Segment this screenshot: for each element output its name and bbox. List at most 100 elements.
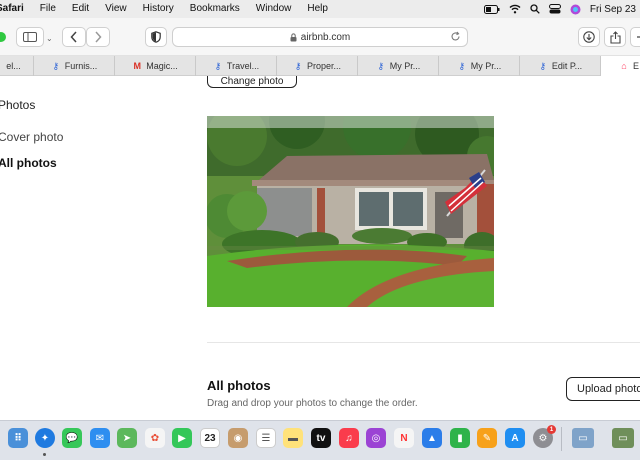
menu-window[interactable]: Window <box>248 0 300 18</box>
keynote-icon[interactable]: ▲ <box>422 428 442 448</box>
key-icon: ⚷ <box>458 60 466 71</box>
web-page: Photos Cover photo All photos Change pho… <box>0 76 640 420</box>
facetime-icon[interactable]: ▶ <box>172 428 192 448</box>
change-photo-label: Change photo <box>220 76 284 87</box>
menu-file[interactable]: File <box>32 0 64 18</box>
music-icon[interactable]: ♫ <box>339 428 359 448</box>
app-store-icon[interactable]: A <box>505 428 525 448</box>
screen: Safari File Edit View History Bookmarks … <box>0 0 640 460</box>
tab-5[interactable]: ⚷ My Pr... <box>358 56 439 76</box>
back-button[interactable] <box>62 27 86 47</box>
dock: ⠿ ✦ 💬 ✉ ➤ ✿ ▶ 23 ◉ ☰ ▬ tv ♫ ◎ N ▲ ▮ ✎ A … <box>0 420 640 460</box>
sidebar-heading: Photos <box>0 98 36 112</box>
system-settings-icon[interactable]: ⚙ 1 <box>533 425 556 448</box>
cover-photo-image[interactable] <box>207 116 494 307</box>
menu-clock[interactable]: Fri Sep 23 <box>590 4 636 15</box>
gmail-icon: M <box>133 61 141 71</box>
tab-bar: el... ⚷ Furnis... M Magic... ⚷ Travel...… <box>0 56 640 76</box>
settings-badge: 1 <box>547 425 556 434</box>
tab-6-label: My Pr... <box>470 61 502 71</box>
launchpad-icon[interactable]: ⠿ <box>8 428 28 448</box>
tab-0[interactable]: el... <box>0 56 34 76</box>
privacy-report-button[interactable] <box>145 27 167 47</box>
chevron-left-icon <box>70 31 77 43</box>
menu-view[interactable]: View <box>97 0 135 18</box>
wifi-icon[interactable] <box>509 4 521 14</box>
chevron-down-icon[interactable]: ⌄ <box>46 34 53 43</box>
numbers-icon[interactable]: ▮ <box>450 428 470 448</box>
change-photo-button[interactable]: Change photo <box>207 76 297 88</box>
photo-window-thumbnail-icon[interactable]: ▭ <box>612 428 634 448</box>
tab-6[interactable]: ⚷ My Pr... <box>439 56 520 76</box>
tab-8-label: E <box>633 61 640 71</box>
tab-7-label: Edit P... <box>551 61 583 71</box>
running-indicator <box>43 453 46 456</box>
reload-icon[interactable] <box>450 31 461 42</box>
menu-help[interactable]: Help <box>299 0 336 18</box>
menu-history[interactable]: History <box>135 0 182 18</box>
battery-icon[interactable] <box>483 4 500 14</box>
upload-photos-button[interactable]: Upload photos <box>566 377 640 401</box>
share-button[interactable] <box>604 27 626 47</box>
siri-icon[interactable] <box>570 4 581 15</box>
browser-toolbar: ⌄ airbnb.com <box>0 18 640 56</box>
sidebar-item-all-photos[interactable]: All photos <box>0 156 57 170</box>
download-icon <box>583 31 595 43</box>
menu-edit[interactable]: Edit <box>64 0 97 18</box>
menu-app-safari[interactable]: Safari <box>0 0 32 18</box>
tab-7[interactable]: ⚷ Edit P... <box>520 56 601 76</box>
key-icon: ⚷ <box>377 60 385 71</box>
lock-icon <box>290 32 297 41</box>
forward-button[interactable] <box>86 27 110 47</box>
menu-bar: Safari File Edit View History Bookmarks … <box>0 0 640 18</box>
mail-icon[interactable]: ✉ <box>90 428 110 448</box>
photos-icon[interactable]: ✿ <box>145 428 165 448</box>
section-divider <box>207 342 640 343</box>
window-zoom-button[interactable] <box>0 32 6 42</box>
contacts-icon[interactable]: ◉ <box>228 428 248 448</box>
address-bar-url: airbnb.com <box>300 31 351 43</box>
tab-2-label: Magic... <box>146 61 178 71</box>
address-bar[interactable]: airbnb.com <box>172 27 468 47</box>
key-icon: ⚷ <box>539 60 547 71</box>
podcasts-icon[interactable]: ◎ <box>366 428 386 448</box>
sidebar-icon <box>23 32 37 42</box>
tab-8-active[interactable]: ⌂ E <box>601 56 640 76</box>
downloads-button[interactable] <box>578 27 600 47</box>
tab-1[interactable]: ⚷ Furnis... <box>34 56 115 76</box>
reminders-icon[interactable]: ☰ <box>256 428 276 448</box>
key-icon: ⚷ <box>294 60 302 71</box>
calendar-icon[interactable]: 23 <box>200 428 220 448</box>
tab-0-label: el... <box>6 61 21 71</box>
menu-bookmarks[interactable]: Bookmarks <box>182 0 248 18</box>
messages-icon[interactable]: 💬 <box>62 428 82 448</box>
preview-window-thumbnail-icon[interactable]: ▭ <box>572 428 594 448</box>
airbnb-icon: ⌂ <box>621 61 627 71</box>
key-icon: ⚷ <box>214 60 222 71</box>
calendar-day: 23 <box>204 432 216 444</box>
all-photos-subtitle: Drag and drop your photos to change the … <box>207 398 418 409</box>
control-center-icon[interactable] <box>548 4 561 14</box>
share-icon <box>609 30 621 44</box>
tab-overview-button[interactable] <box>630 27 640 47</box>
upload-photos-label: Upload photos <box>577 383 640 395</box>
maps-icon[interactable]: ➤ <box>117 428 137 448</box>
sidebar-item-cover-photo[interactable]: Cover photo <box>0 130 63 144</box>
tab-3[interactable]: ⚷ Travel... <box>196 56 277 76</box>
news-icon[interactable]: N <box>394 428 414 448</box>
key-icon: ⚷ <box>52 60 60 71</box>
spotlight-search-icon[interactable] <box>530 4 540 14</box>
shield-icon <box>151 31 161 43</box>
dock-separator <box>561 427 562 451</box>
tab-5-label: My Pr... <box>389 61 421 71</box>
safari-icon[interactable]: ✦ <box>35 428 55 448</box>
tab-1-label: Furnis... <box>64 61 98 71</box>
plus-icon <box>637 36 640 38</box>
tab-2[interactable]: M Magic... <box>115 56 196 76</box>
tab-3-label: Travel... <box>226 61 260 71</box>
apple-tv-icon[interactable]: tv <box>311 428 331 448</box>
sidebar-toggle-button[interactable] <box>16 27 44 47</box>
pages-icon[interactable]: ✎ <box>477 428 497 448</box>
tab-4[interactable]: ⚷ Proper... <box>277 56 358 76</box>
notes-icon[interactable]: ▬ <box>283 428 303 448</box>
